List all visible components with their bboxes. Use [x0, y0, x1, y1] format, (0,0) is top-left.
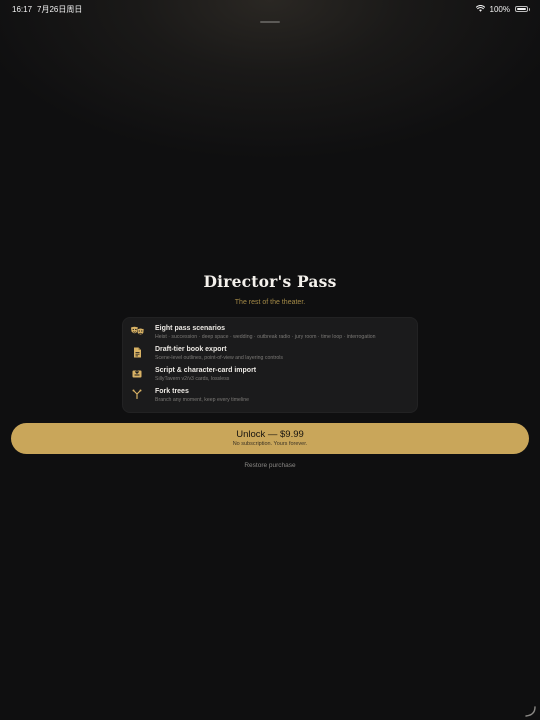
theater-masks-icon — [129, 325, 145, 337]
paywall-subtitle: The rest of the theater. — [234, 299, 306, 306]
paywall-title: Director's Pass — [203, 272, 337, 291]
status-time: 16:17 — [12, 4, 33, 14]
feature-list: Eight pass scenarios Heist · succession … — [122, 317, 418, 413]
status-bar: 16:17 7月26日周日 100% — [0, 0, 540, 18]
status-left: 16:17 7月26日周日 — [12, 4, 82, 15]
feature-text: Eight pass scenarios Heist · succession … — [155, 324, 376, 341]
feature-title: Draft-tier book export — [155, 346, 227, 353]
feature-item-scenarios: Eight pass scenarios Heist · succession … — [129, 324, 411, 345]
battery-percent: 100% — [489, 4, 510, 14]
status-date: 7月26日周日 — [37, 4, 83, 14]
unlock-button[interactable]: Unlock — $9.99 No subscription. Yours fo… — [11, 423, 529, 454]
resize-handle-icon[interactable] — [524, 704, 536, 717]
feature-item-import: Script & character-card import SillyTave… — [129, 366, 411, 387]
feature-description: Branch any moment, keep every timeline — [155, 397, 249, 403]
feature-description: SillyTavern v2/v3 cards, lossless — [155, 376, 230, 382]
feature-item-book-export: Draft-tier book export Scene-level outli… — [129, 345, 411, 366]
unlock-subtext: No subscription. Yours forever. — [232, 441, 308, 447]
document-icon — [129, 346, 145, 358]
feature-text: Script & character-card import SillyTave… — [155, 366, 256, 383]
sheet-grabber[interactable] — [260, 21, 280, 23]
feature-text: Fork trees Branch any moment, keep every… — [155, 387, 249, 404]
feature-description: Scene-level outlines, point-of-view and … — [155, 355, 284, 361]
inbox-import-icon — [129, 367, 145, 379]
fork-branch-icon — [129, 388, 145, 400]
wifi-icon — [475, 4, 485, 14]
feature-title: Fork trees — [155, 388, 189, 395]
paywall-screen: 16:17 7月26日周日 100% Director's Pass The r… — [0, 0, 540, 720]
unlock-label: Unlock — $9.99 — [236, 429, 304, 440]
feature-title: Script & character-card import — [155, 367, 257, 374]
restore-purchase-link[interactable]: Restore purchase — [0, 462, 540, 469]
feature-title: Eight pass scenarios — [155, 325, 226, 332]
feature-description: Heist · succession · deep space · weddin… — [155, 334, 376, 340]
feature-text: Draft-tier book export Scene-level outli… — [155, 345, 283, 362]
status-right: 100% — [475, 4, 530, 14]
feature-item-fork-trees: Fork trees Branch any moment, keep every… — [129, 387, 411, 408]
battery-icon — [515, 6, 530, 12]
